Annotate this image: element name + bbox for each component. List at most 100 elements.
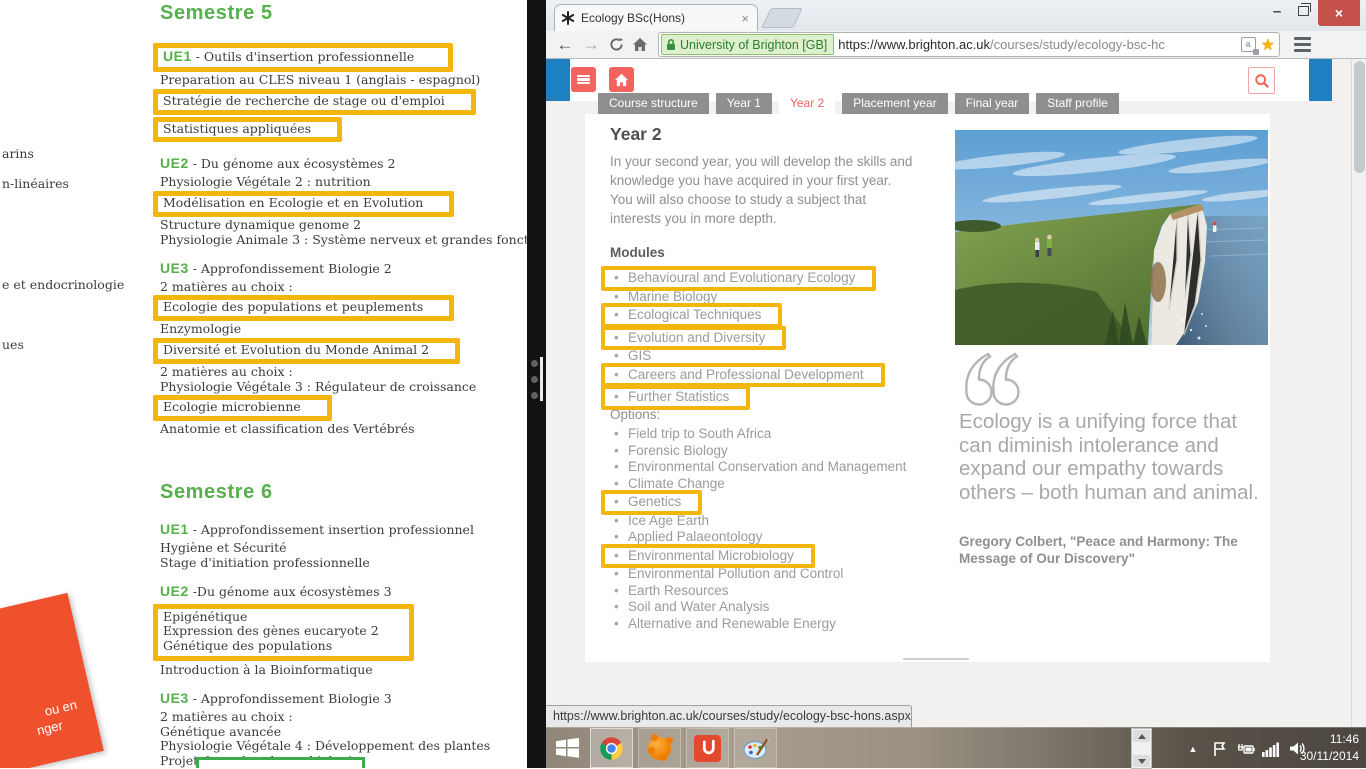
site-tab-final-year[interactable]: Final year (955, 93, 1030, 114)
ev-security-chip[interactable]: University of Brighton [GB] (661, 34, 834, 55)
scroll-down-icon[interactable] (1133, 755, 1150, 767)
orange-card-text: ou ennger (43, 696, 82, 736)
url-host: www.brighton.ac.uk (877, 37, 990, 52)
url-text[interactable]: https://www.brighton.ac.uk/courses/study… (838, 37, 1240, 52)
option-item[interactable]: •Field trip to South Africa (610, 426, 910, 443)
clock-date: 30/11/2014 (1276, 748, 1359, 765)
option-item[interactable]: •Genetics (601, 490, 702, 515)
option-item[interactable]: •Earth Resources (610, 583, 910, 600)
options-list: •Field trip to South Africa•Forensic Bio… (610, 426, 910, 632)
option-item[interactable]: •Ice Age Earth (610, 513, 910, 530)
restore-button[interactable] (1290, 0, 1316, 22)
close-button[interactable]: × (1318, 0, 1360, 26)
unit-subtitle: - Du génome aux écosystèmes 2 (189, 156, 396, 171)
chrome-menu-button[interactable] (1290, 37, 1314, 52)
chrome-icon (598, 735, 625, 762)
browser-tab[interactable]: Ecology BSc(Hons) × (554, 4, 758, 31)
site-search-button[interactable] (1248, 67, 1275, 94)
module-item[interactable]: •Careers and Professional Development (601, 363, 885, 388)
bullet-icon: • (614, 548, 619, 565)
power-battery-icon[interactable] (1232, 742, 1258, 756)
course-line: Modélisation en Ecologie et en Evolution (153, 191, 454, 217)
bullet-icon: • (614, 459, 619, 476)
unit-subtitle: -Du génome aux écosystèmes 3 (189, 584, 392, 599)
orange-card-line: nger (35, 712, 82, 739)
forward-button[interactable]: → (578, 35, 604, 55)
reload-button[interactable] (604, 37, 628, 52)
unit-subtitle: - Outils d'insertion professionnelle (192, 49, 415, 64)
site-home-button[interactable] (609, 67, 634, 92)
option-item[interactable]: •Environmental Pollution and Control (610, 566, 910, 583)
translate-icon[interactable]: a (1241, 37, 1256, 52)
divider-grip-icon[interactable] (531, 360, 538, 408)
unit-heading: UE2 - Du génome aux écosystèmes 2 (160, 155, 527, 173)
page-scroll-thumb[interactable] (1354, 61, 1365, 173)
quote-mark-icon (959, 350, 1033, 413)
course-line: 2 matières au choix : (160, 710, 527, 725)
quote-text: Ecology is a unifying force that can dim… (959, 410, 1267, 504)
page-scrollbar[interactable] (1351, 59, 1366, 727)
taskbar-paint-button[interactable] (734, 728, 777, 768)
split-divider[interactable] (527, 0, 546, 768)
course-line: Physiologie Végétale 3 : Régulateur de c… (160, 380, 527, 395)
home-icon (632, 37, 648, 52)
option-item[interactable]: •Environmental Microbiology (601, 544, 815, 569)
minimize-button[interactable]: – (1264, 0, 1290, 22)
site-menu-button[interactable] (571, 67, 596, 92)
url-path: /courses/study/ecology-bsc-hc (990, 37, 1165, 52)
scroll-up-icon[interactable] (1133, 730, 1150, 742)
option-item-label: Field trip to South Africa (628, 426, 771, 441)
module-item[interactable]: •Further Statistics (601, 385, 750, 410)
divider-handle[interactable] (540, 357, 543, 401)
bullet-icon: • (614, 270, 619, 287)
course-line: Stratégie de recherche de stage ou d'emp… (153, 89, 476, 115)
option-item[interactable]: •Alternative and Renewable Energy (610, 616, 910, 633)
taskbar-chrome-button[interactable] (590, 728, 633, 768)
site-tab-course-structure[interactable]: Course structure (598, 93, 709, 114)
action-center-flag-icon[interactable] (1206, 741, 1232, 757)
taskbar-red-app-button[interactable] (686, 728, 729, 768)
taskbar-scrollbar-fragment[interactable] (1131, 728, 1152, 769)
taskbar-avast-button[interactable] (638, 728, 681, 768)
bullet-icon: • (614, 443, 619, 460)
site-tab-placement-year[interactable]: Placement year (842, 93, 947, 114)
course-catalogue-text: Semestre 5UE1 - Outils d'insertion profe… (160, 0, 527, 768)
bookmark-star-icon[interactable]: ★ (1261, 35, 1275, 55)
option-item[interactable]: •Forensic Biology (610, 443, 910, 460)
omnibox[interactable]: University of Brighton [GB] https://www.… (658, 32, 1280, 57)
unit-subtitle: - Approfondissement insertion profession… (189, 522, 474, 537)
course-line: Diversité et Evolution du Monde Animal 2 (153, 338, 460, 364)
option-item-label: Soil and Water Analysis (628, 599, 769, 614)
home-button[interactable] (628, 37, 652, 52)
site-tab-year-1[interactable]: Year 1 (716, 93, 772, 114)
course-line: Physiologie Animale 3 : Système nerveux … (160, 233, 527, 248)
module-item[interactable]: •Ecological Techniques (601, 303, 782, 328)
option-item[interactable]: •Soil and Water Analysis (610, 599, 910, 616)
option-item[interactable]: •Environmental Conservation and Manageme… (610, 459, 910, 476)
module-item[interactable]: •Behavioural and Evolutionary Ecology (601, 266, 876, 291)
ev-chip-label: University of Brighton [GB] (680, 38, 827, 52)
option-item-label: Environmental Pollution and Control (628, 566, 843, 581)
course-line: Epigénétique (163, 610, 379, 625)
module-item[interactable]: •Evolution and Diversity (601, 326, 786, 351)
tab-close-icon[interactable]: × (739, 12, 751, 25)
bullet-icon: • (614, 494, 619, 511)
unit-code: UE3 (160, 690, 189, 706)
site-tab-staff-profile[interactable]: Staff profile (1036, 93, 1118, 114)
clock-time: 11:46 (1276, 731, 1359, 748)
start-button[interactable] (548, 728, 586, 768)
course-line: Ecologie des populations et peuplements (153, 295, 454, 321)
orange-card: ou ennger (0, 593, 104, 768)
back-button[interactable]: ← (552, 35, 578, 55)
course-line: Structure dynamique genome 2 (160, 218, 527, 233)
taskbar-clock[interactable]: 11:46 30/11/2014 (1276, 731, 1364, 765)
module-item-label: Further Statistics (628, 389, 729, 404)
new-tab-button[interactable] (761, 8, 802, 28)
unit-heading: UE1 - Outils d'insertion professionnelle (153, 43, 453, 72)
site-viewport: Course structure Year 1 Year 2 Placement ye… (546, 59, 1366, 727)
browser-titlebar: Ecology BSc(Hons) × – × (546, 0, 1366, 31)
status-url-bubble: https://www.brighton.ac.uk/courses/study… (546, 705, 912, 727)
hidden-icons-arrow[interactable]: ▲ (1180, 744, 1206, 754)
course-line: Hygiène et Sécurité (160, 541, 527, 556)
site-tab-year-2[interactable]: Year 2 (779, 93, 835, 114)
